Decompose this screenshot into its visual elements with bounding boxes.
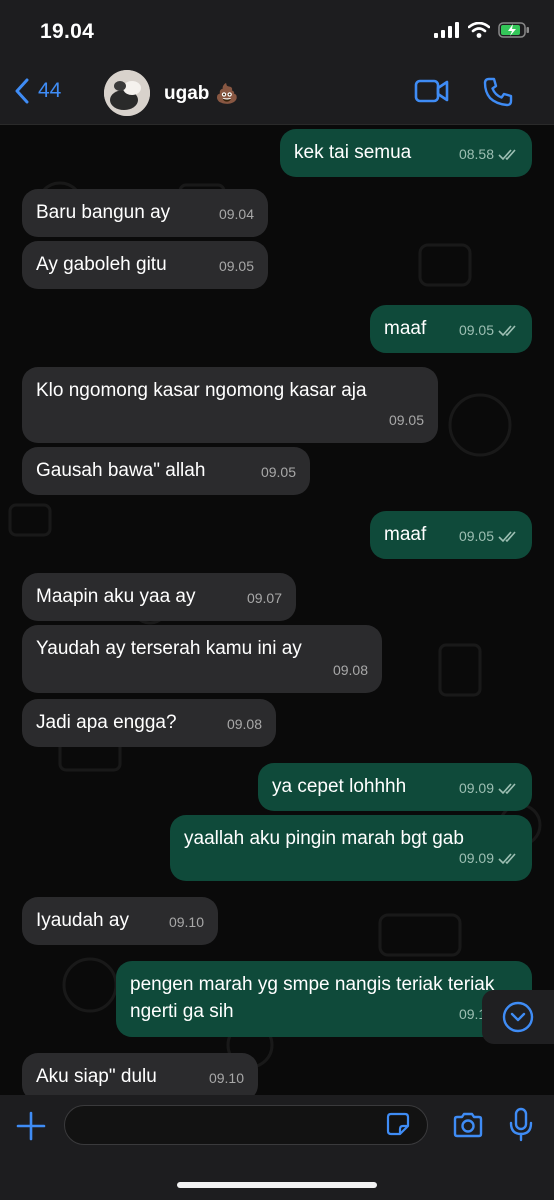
avatar-image [104,70,150,116]
double-check-icon [498,782,516,794]
message-time: 08.58 [458,146,494,162]
message-meta: 09.05 [261,459,296,486]
double-check-icon [498,530,516,542]
message-meta: 09.10 [169,909,204,936]
message-text: yaallah aku pingin marah bgt gab [184,828,464,849]
message-time: 09.10 [168,914,204,930]
voice-message-button[interactable] [508,1107,534,1148]
message-meta: 09.04 [219,201,254,228]
message-time: 09.09 [458,850,494,866]
message-time: 09.09 [458,780,494,796]
status-bar: 19.04 [0,0,554,60]
message-time: 09.08 [332,662,368,678]
avatar[interactable] [104,70,150,116]
message-meta: 09.09 [459,775,518,802]
message-meta: 09.10 [209,1065,244,1092]
message-time: 09.05 [388,412,424,428]
message-meta: 09.08 [227,711,262,738]
message-meta: 08.58 [459,141,518,168]
message-meta: 09.05 [459,523,518,550]
camera-button[interactable] [452,1111,484,1144]
message-text: maaf [384,524,427,545]
status-time: 19.04 [40,20,95,43]
phone-icon [483,77,513,107]
message-bubble-outgoing[interactable]: maaf 09.05 [370,511,532,559]
message-bubble-outgoing[interactable]: maaf 09.05 [370,305,532,353]
message-text: Aku siap" dulu [36,1066,157,1087]
signal-icon [434,22,459,38]
status-icons [434,22,530,38]
video-camera-icon [414,79,449,103]
video-call-button[interactable] [414,76,450,111]
message-meta: 09.05 [219,253,254,280]
message-bubble-incoming[interactable]: Yaudah ay terserah kamu ini ay 09.08 [22,625,382,693]
message-bubble-outgoing[interactable]: pengen marah yg smpe nangis teriak teria… [116,961,532,1037]
back-button[interactable]: 44 [14,78,61,104]
camera-icon [453,1112,483,1138]
message-bubble-incoming[interactable]: Maapin aku yaa ay 09.07 [22,573,296,621]
double-check-icon [498,852,516,864]
message-text: Maapin aku yaa ay [36,586,196,607]
unread-count: 44 [38,79,62,102]
message-time: 09.10 [208,1070,244,1086]
double-check-icon [498,148,516,160]
message-bubble-incoming[interactable]: Baru bangun ay 09.04 [22,189,268,237]
plus-icon [16,1111,46,1141]
message-text: Jadi apa engga? [36,712,177,733]
message-text: ya cepet lohhhh [272,776,407,797]
double-check-icon [498,324,516,336]
attach-button[interactable] [16,1111,46,1146]
message-bubble-incoming[interactable]: Jadi apa engga? 09.08 [22,699,276,747]
microphone-icon [509,1107,533,1142]
home-indicator [177,1182,377,1188]
message-meta: 09.08 [333,657,368,684]
voice-call-button[interactable] [482,76,514,113]
battery-charging-icon [498,22,529,38]
chevron-left-icon [15,78,29,104]
message-text: Ay gaboleh gitu [36,254,167,275]
sticker-button[interactable] [386,1112,410,1141]
message-time: 09.05 [458,528,494,544]
message-text: Iyaudah ay [36,910,129,931]
chat-area[interactable]: kek tai semua 08.58 Baru bangun ay 09.04… [0,125,554,1095]
message-text: Baru bangun ay [36,202,171,223]
sticker-icon [386,1112,410,1136]
message-meta: 09.05 [459,317,518,344]
message-meta: 09.05 [389,407,424,434]
message-text: Yaudah ay terserah kamu ini ay [36,638,302,659]
message-bubble-incoming[interactable]: Ay gaboleh gitu 09.05 [22,241,268,289]
chevron-down-icon [502,1001,534,1033]
message-meta: 09.07 [247,585,282,612]
message-bubble-outgoing[interactable]: yaallah aku pingin marah bgt gab 09.09 [170,815,532,881]
message-bubble-incoming[interactable]: Aku siap" dulu 09.10 [22,1053,258,1095]
message-bubble-incoming[interactable]: Iyaudah ay 09.10 [22,897,218,945]
message-bubble-incoming[interactable]: Klo ngomong kasar ngomong kasar aja 09.0… [22,367,438,443]
message-time: 09.05 [260,464,296,480]
contact-name-row[interactable]: ugab 💩 [164,82,239,106]
message-text: kek tai semua [294,142,412,163]
scroll-to-bottom-button[interactable] [482,990,554,1044]
message-time: 09.05 [458,322,494,338]
message-text: Klo ngomong kasar ngomong kasar aja [36,380,367,401]
input-bar [0,1095,554,1200]
message-meta: 09.09 [459,845,518,872]
message-bubble-outgoing[interactable]: ya cepet lohhhh 09.09 [258,763,532,811]
message-bubble-outgoing[interactable]: kek tai semua 08.58 [280,129,532,177]
message-time: 09.04 [218,206,254,222]
chat-header: 44 ugab 💩 [0,60,554,125]
contact-emoji: 💩 [215,84,240,105]
message-time: 09.05 [218,258,254,274]
wifi-icon [468,22,490,38]
message-time: 09.08 [226,716,262,732]
message-bubble-incoming[interactable]: Gausah bawa" allah 09.05 [22,447,310,495]
message-input[interactable] [64,1105,428,1145]
message-text: maaf [384,318,427,339]
message-text: Gausah bawa" allah [36,460,206,481]
contact-name: ugab [164,83,210,104]
message-time: 09.07 [246,590,282,606]
